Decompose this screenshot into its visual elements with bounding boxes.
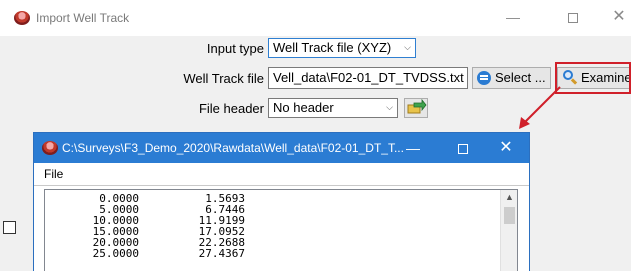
close-button[interactable]: ✕	[607, 6, 631, 28]
menu-file[interactable]: File	[44, 167, 63, 181]
depth-value: 25.0000	[92, 247, 139, 260]
examine-highlight-frame	[555, 62, 631, 94]
arrow-go-icon	[407, 98, 427, 114]
red-annotation-arrow	[519, 86, 561, 129]
main-titlebar: Import Well Track — ✕	[0, 0, 631, 36]
input-type-select[interactable]: Well Track file (XYZ) ⌵	[268, 38, 416, 58]
input-type-label: Input type	[206, 41, 264, 56]
scroll-up-arrow-icon[interactable]: ▲	[505, 192, 514, 202]
examine-window: C:\Surveys\F3_Demo_2020\Rawdata\Well_dat…	[33, 132, 530, 271]
file-header-select[interactable]: No header ⌵	[268, 98, 398, 118]
examine-window-title: C:\Surveys\F3_Demo_2020\Rawdata\Well_dat…	[62, 141, 404, 155]
file-header-value: No header	[273, 100, 334, 115]
scroll-thumb[interactable]	[504, 207, 515, 224]
chevron-down-icon: ⌵	[386, 102, 393, 112]
window-title: Import Well Track	[36, 11, 130, 25]
app-logo-icon	[14, 11, 30, 25]
examine-maximize-button[interactable]	[451, 137, 475, 159]
select-button-label: Select ...	[495, 70, 546, 85]
minimize-button[interactable]: —	[501, 6, 525, 28]
file-content-view[interactable]: 0.0000 1.5693 5.0000 6.7446 10.0000 11.9199 15…	[44, 189, 518, 271]
hidden-option-checkbox[interactable]	[3, 221, 16, 234]
examine-close-button[interactable]: ✕	[494, 137, 518, 159]
select-list-icon	[477, 71, 491, 85]
tvdss-value: 27.4367	[198, 247, 245, 260]
file-header-label: File header	[198, 101, 264, 116]
well-track-file-input[interactable]: Vell_data\F02-01_DT_TVDSS.txt	[268, 67, 468, 89]
well-track-file-label: Well Track file	[183, 71, 264, 86]
maximize-icon	[458, 144, 468, 155]
file-header-action-button[interactable]	[404, 98, 428, 118]
examine-menubar: File	[34, 163, 529, 185]
maximize-icon	[568, 13, 578, 24]
input-type-value: Well Track file (XYZ)	[273, 40, 392, 55]
vertical-scrollbar[interactable]: ▲	[500, 190, 517, 271]
maximize-button[interactable]	[561, 6, 585, 28]
app-logo-icon	[42, 141, 58, 155]
examine-minimize-button[interactable]: —	[401, 137, 425, 159]
examine-titlebar: C:\Surveys\F3_Demo_2020\Rawdata\Well_dat…	[34, 133, 529, 163]
menu-divider	[34, 185, 529, 186]
chevron-down-icon: ⌵	[404, 42, 411, 52]
